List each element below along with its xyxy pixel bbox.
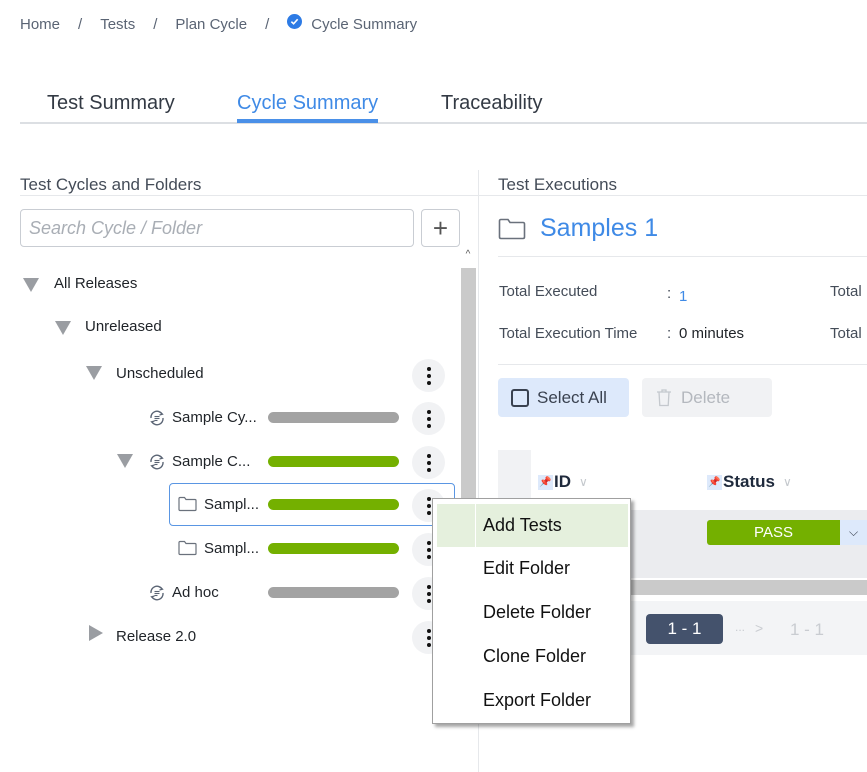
folder-header: Samples 1 (498, 214, 658, 243)
expand-sample-cycle-icon[interactable] (117, 454, 133, 468)
cycle-icon (150, 585, 164, 601)
pagination-next[interactable]: > (755, 620, 763, 636)
menu-item-edit-folder[interactable]: Edit Folder (483, 558, 570, 579)
tab-bar: Test Summary Cycle Summary Traceability (20, 92, 867, 124)
expand-all-releases-icon[interactable] (23, 278, 39, 292)
search-input[interactable] (29, 218, 405, 239)
left-panel-title: Test Cycles and Folders (20, 175, 202, 194)
total-label: Total (830, 283, 862, 300)
scroll-up-icon[interactable]: ^ (461, 249, 475, 263)
stat-colon: : (667, 285, 672, 302)
breadcrumb-tests[interactable]: Tests (100, 16, 135, 33)
tab-cycle-summary[interactable]: Cycle Summary (237, 92, 379, 123)
chevron-down-icon[interactable]: ∨ (783, 475, 792, 489)
tree-node-release-2[interactable]: Release 2.0 (116, 628, 196, 645)
total-execution-time-value: 0 minutes (679, 325, 745, 342)
checkbox-icon (511, 388, 529, 407)
pin-icon[interactable]: 📌 (538, 474, 553, 490)
column-header-id[interactable]: 📌 ID ∨ (538, 472, 588, 492)
pagination-ellipsis[interactable]: ... (735, 620, 745, 634)
menu-item-delete-folder[interactable]: Delete Folder (483, 602, 591, 623)
status-badge[interactable]: PASS (707, 520, 840, 545)
folder-icon (178, 540, 197, 556)
tree-node-unreleased[interactable]: Unreleased (85, 318, 162, 335)
select-all-label: Select All (537, 387, 607, 407)
menu-item-add-tests[interactable]: Add Tests (483, 515, 562, 536)
tab-traceability[interactable]: Traceability (441, 92, 543, 115)
folder-icon (498, 218, 526, 239)
tree-node-all-releases[interactable]: All Releases (54, 275, 137, 292)
divider (498, 256, 867, 257)
tree-node-ad-hoc[interactable]: Ad hoc (172, 584, 219, 601)
breadcrumb-separator: / (78, 16, 83, 33)
folder-progress-bar (268, 543, 399, 554)
breadcrumb-plan-cycle[interactable]: Plan Cycle (175, 16, 247, 33)
tree-node-folder-2[interactable]: Sampl... (204, 540, 259, 557)
folder-progress-bar (268, 499, 399, 510)
divider (498, 364, 867, 365)
right-panel-title: Test Executions (498, 175, 618, 194)
pin-icon[interactable]: 📌 (707, 474, 722, 490)
cycle-progress-bar (268, 587, 399, 598)
search-cycle-folder-container (20, 209, 414, 247)
kebab-menu-icon[interactable] (412, 359, 445, 392)
divider (20, 195, 478, 196)
column-id-label: ID (554, 472, 571, 491)
total-executed-value[interactable]: 1 (679, 288, 687, 305)
divider (479, 195, 867, 196)
tree-scrollbar[interactable] (461, 268, 476, 508)
menu-item-clone-folder[interactable]: Clone Folder (483, 646, 586, 667)
expand-unscheduled-icon[interactable] (86, 366, 102, 380)
folder-icon (178, 496, 197, 512)
tree-node-unscheduled[interactable]: Unscheduled (116, 365, 204, 382)
tree-node-sample-cycle-1[interactable]: Sample Cy... (172, 409, 257, 426)
delete-label: Delete (681, 387, 731, 407)
folder-context-menu: Add Tests Edit Folder Delete Folder Clon… (432, 498, 631, 724)
tab-test-summary[interactable]: Test Summary (47, 92, 175, 115)
cycle-icon (150, 454, 164, 470)
breadcrumb-separator: / (265, 16, 270, 33)
select-all-button[interactable]: Select All (498, 378, 629, 417)
breadcrumb: Home / Tests / Plan Cycle / Cycle Summar… (20, 14, 418, 33)
pagination-last[interactable]: 1 - 1 (790, 620, 824, 640)
folder-name: Samples 1 (540, 214, 659, 242)
breadcrumb-current: Cycle Summary (311, 16, 418, 33)
delete-button[interactable]: Delete (642, 378, 772, 417)
stat-colon: : (667, 325, 672, 342)
plus-icon: + (432, 212, 449, 243)
chevron-down-icon[interactable]: ∨ (579, 475, 588, 489)
kebab-menu-icon[interactable] (412, 446, 445, 479)
trash-icon (657, 389, 671, 407)
pagination-current[interactable]: 1 - 1 (646, 614, 723, 644)
cycle-progress-bar (268, 456, 399, 467)
expand-unreleased-icon[interactable] (55, 321, 71, 335)
tree-node-sample-cycle-2[interactable]: Sample C... (172, 453, 250, 470)
cycle-icon (150, 410, 164, 426)
tree-node-folder-1[interactable]: Sampl... (204, 496, 259, 513)
breadcrumb-home[interactable]: Home (20, 16, 60, 33)
check-circle-icon (287, 14, 303, 29)
status-dropdown-chevron-icon[interactable]: ⌵ (840, 520, 867, 545)
menu-item-export-folder[interactable]: Export Folder (483, 690, 591, 711)
total-executed-label: Total Executed (499, 283, 598, 300)
total-label: Total (830, 325, 862, 342)
column-header-status[interactable]: 📌 Status ∨ (707, 472, 792, 492)
expand-release-icon[interactable] (89, 625, 103, 641)
kebab-menu-icon[interactable] (412, 402, 445, 435)
column-status-label: Status (723, 472, 775, 491)
breadcrumb-separator: / (153, 16, 158, 33)
total-execution-time-label: Total Execution Time (499, 325, 638, 342)
cycle-progress-bar (268, 412, 399, 423)
add-cycle-button[interactable]: + (421, 209, 460, 247)
